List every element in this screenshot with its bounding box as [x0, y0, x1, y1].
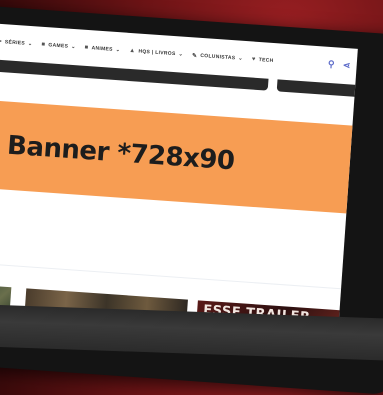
nav-actions: ⚲ ⋖ — [328, 59, 351, 72]
nav-label-animes: ANIMES — [91, 45, 113, 53]
ad-banner[interactable]: Banner *728x90 — [0, 100, 358, 215]
book-icon: ▲ — [128, 47, 136, 55]
gamepad-icon: ■ — [41, 41, 46, 49]
pencil-icon: ✎ — [191, 52, 198, 60]
nav-item-animes[interactable]: ■ ANIMES ⌄ — [84, 45, 120, 53]
nav-label-series: SÉRIES — [4, 39, 26, 47]
nav-item-games[interactable]: ■ GAMES ⌄ — [41, 42, 76, 50]
chevron-down-icon: ⌄ — [27, 40, 33, 48]
nav-item-series[interactable]: ▪ SÉRIES ⌄ — [0, 39, 33, 47]
nav-label-tech: TECH — [258, 56, 274, 64]
nav-label-colunistas: COLUNISTAS — [200, 52, 236, 62]
nav-label-hqs-livros: HQS | LIVROS — [138, 48, 176, 58]
chevron-down-icon: ⌄ — [70, 43, 76, 51]
tv-icon: ▪ — [0, 38, 3, 46]
nav-item-colunistas[interactable]: ✎ COLUNISTAS ⌄ — [192, 52, 243, 63]
section-divider — [0, 263, 342, 290]
nav-item-hqs-livros[interactable]: ▲ HQS | LIVROS ⌄ — [129, 48, 183, 58]
nav-item-tech[interactable]: ♥ TECH — [252, 57, 274, 64]
chevron-down-icon: ⌄ — [238, 55, 244, 62]
banner-text: Banner *728x90 — [6, 130, 236, 177]
heart-icon: ♥ — [251, 56, 256, 63]
browser-screen: ▪ SÉRIES ⌄ ■ GAMES ⌄ ■ ANIMES ⌄ ▲ HQS | … — [0, 23, 358, 349]
search-icon[interactable]: ⚲ — [328, 59, 336, 70]
anime-icon: ■ — [84, 44, 89, 52]
chevron-down-icon: ⌄ — [115, 46, 121, 54]
share-icon[interactable]: ⋖ — [342, 60, 351, 72]
nav-label-games: GAMES — [48, 42, 69, 50]
chevron-down-icon: ⌄ — [178, 51, 184, 58]
